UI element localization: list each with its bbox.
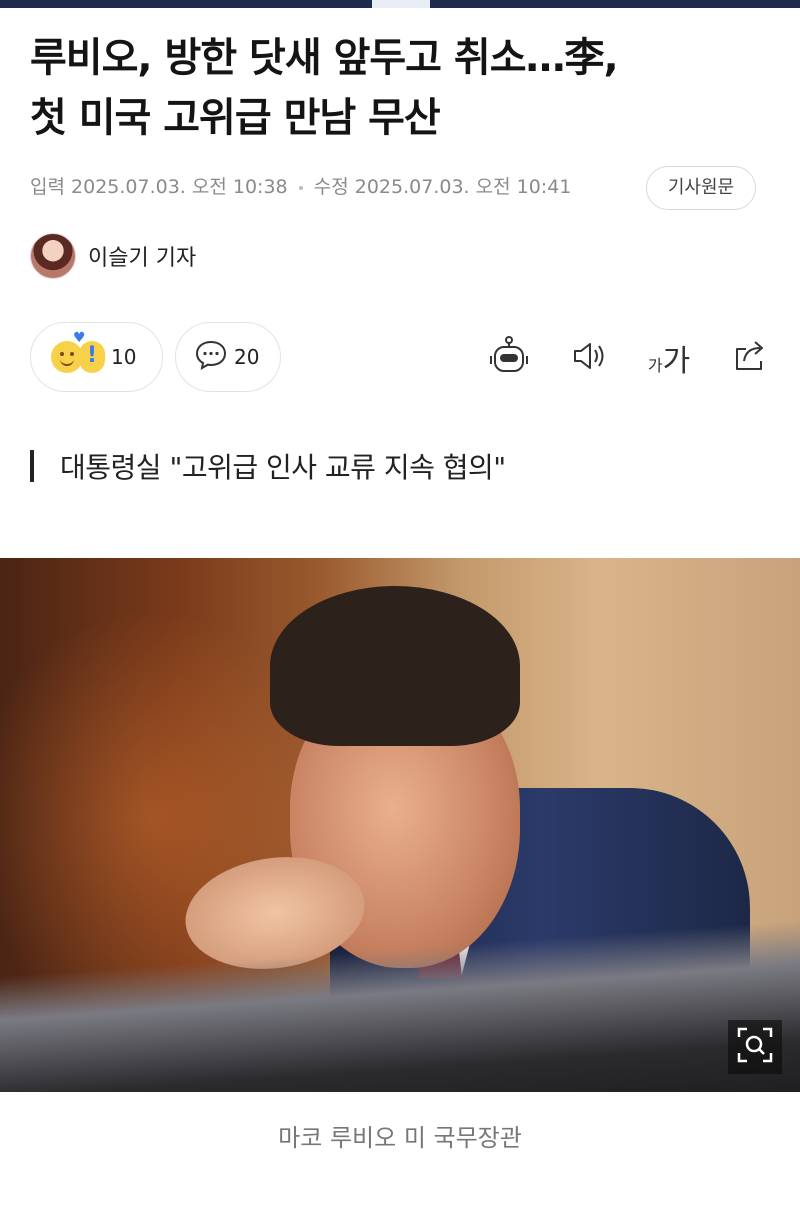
comment-icon: [194, 339, 228, 375]
top-bar-indicator: [372, 0, 430, 8]
share-button[interactable]: [724, 332, 776, 384]
share-icon: [730, 336, 770, 380]
photo-hair: [270, 586, 520, 746]
author-name[interactable]: 이슬기 기자: [88, 240, 196, 272]
zoom-icon: [735, 1025, 775, 1069]
title-line-1: 루비오, 방한 닷새 앞두고 취소…李,: [30, 35, 619, 81]
speaker-icon: [569, 336, 609, 380]
article-title: 루비오, 방한 닷새 앞두고 취소…李, 첫 미국 고위급 만남 무산: [30, 28, 770, 148]
original-article-button[interactable]: 기사원문: [646, 166, 756, 210]
input-label: 입력: [30, 176, 65, 198]
surprised-emoji-icon: !: [79, 341, 105, 373]
subheading-text: 대통령실 "고위급 인사 교류 지속 협의": [60, 451, 506, 484]
comment-button[interactable]: 20: [175, 322, 281, 392]
font-small-label: 가: [647, 356, 663, 375]
font-size-icon: 가가: [648, 336, 690, 380]
reaction-count: 10: [111, 345, 137, 369]
edit-time: 2025.07.03. 오전 10:41: [354, 176, 572, 198]
photo-zoom-button[interactable]: [728, 1020, 782, 1074]
comment-count: 20: [234, 345, 260, 369]
robot-icon: [487, 334, 531, 382]
input-time: 2025.07.03. 오전 10:38: [71, 176, 288, 198]
photo-caption: 마코 루비오 미 국무장관: [278, 1124, 522, 1152]
subheading-bar: [30, 450, 34, 482]
reaction-button[interactable]: ♥ ! 10: [30, 322, 163, 392]
summary-bot-button[interactable]: [483, 332, 535, 384]
meta-separator: [298, 185, 303, 190]
listen-button[interactable]: [563, 332, 615, 384]
font-large-label: 가: [662, 344, 691, 379]
top-bar: [0, 0, 800, 8]
edit-label: 수정: [313, 176, 349, 198]
article-subheading: 대통령실 "고위급 인사 교류 지속 협의": [30, 446, 506, 486]
author-row[interactable]: 이슬기 기자: [30, 232, 196, 280]
author-avatar[interactable]: [30, 233, 76, 279]
article-photo[interactable]: [0, 558, 800, 1092]
font-size-button[interactable]: 가가: [642, 332, 696, 384]
title-line-2: 첫 미국 고위급 만남 무산: [30, 95, 441, 141]
article-meta: 입력 2025.07.03. 오전 10:38 수정 2025.07.03. 오…: [30, 172, 571, 199]
